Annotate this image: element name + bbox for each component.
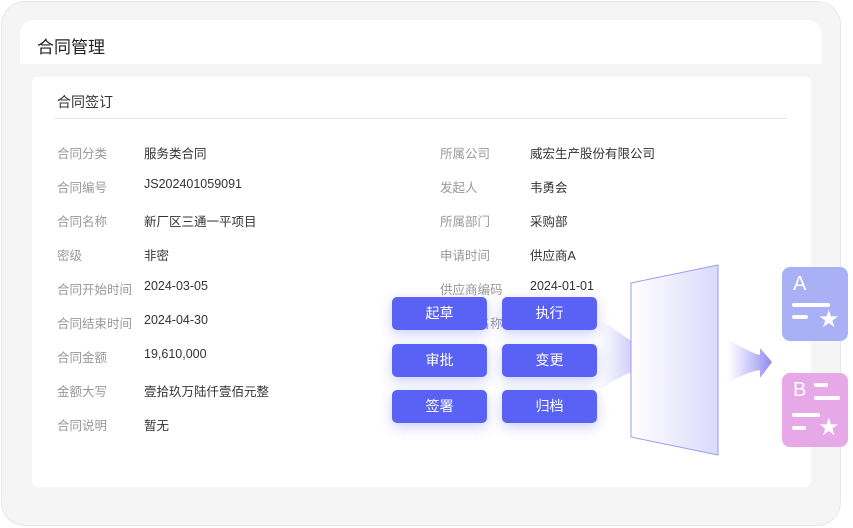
funnel-shape bbox=[630, 264, 719, 456]
draft-button[interactable]: 起草 bbox=[392, 297, 487, 330]
output-card-a: A ★ bbox=[782, 267, 848, 341]
sign-button[interactable]: 签署 bbox=[392, 390, 487, 423]
execute-button[interactable]: 执行 bbox=[502, 297, 597, 330]
approve-button[interactable]: 审批 bbox=[392, 343, 487, 377]
card-b-letter: B bbox=[793, 379, 807, 401]
card-a-letter: A bbox=[793, 273, 807, 295]
archive-button[interactable]: 归档 bbox=[502, 390, 597, 423]
arrow-out-funnel bbox=[727, 340, 772, 382]
star-icon: ★ bbox=[818, 414, 840, 441]
star-icon: ★ bbox=[818, 306, 840, 333]
flow-illustration bbox=[598, 264, 772, 456]
output-card-b: B ★ bbox=[782, 373, 848, 447]
change-button[interactable]: 变更 bbox=[502, 343, 597, 377]
